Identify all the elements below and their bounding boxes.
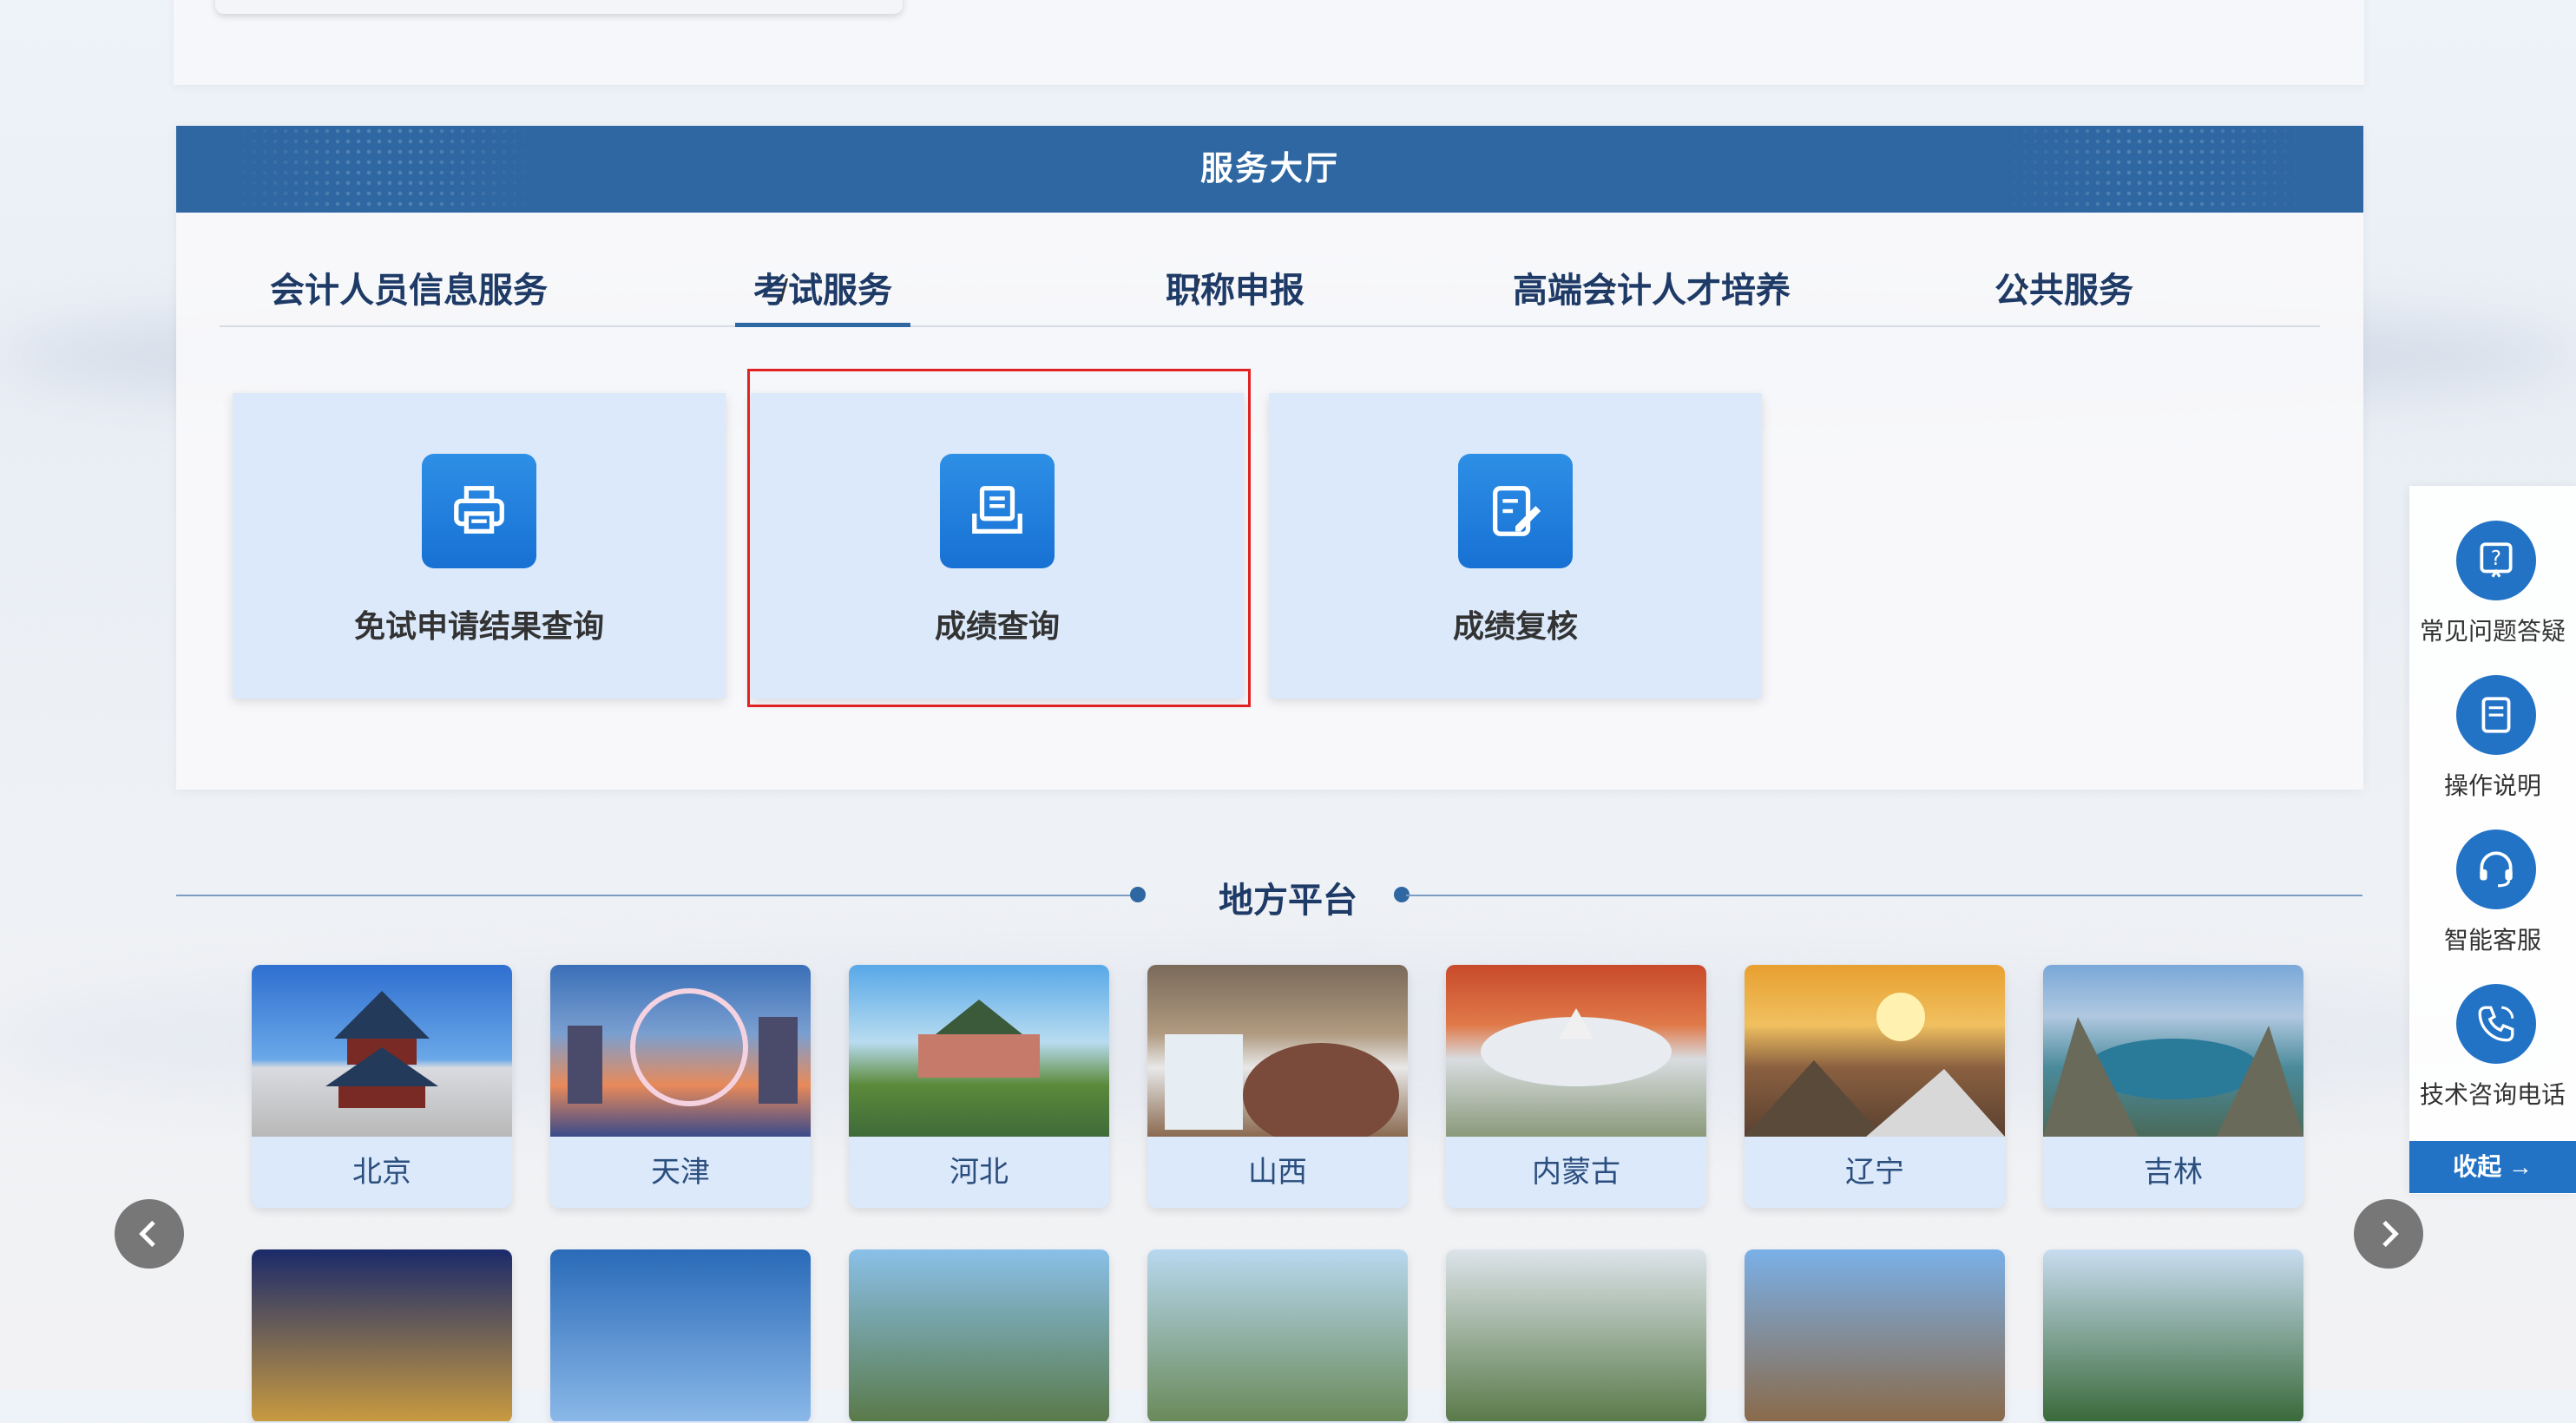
- carousel-next-button[interactable]: [2354, 1199, 2423, 1269]
- headset-icon: [2456, 830, 2536, 909]
- city-image: [252, 1249, 512, 1421]
- city-card[interactable]: [849, 1249, 1109, 1423]
- city-image: [1147, 1249, 1408, 1421]
- service-hall-header: 服务大厅: [176, 126, 2363, 213]
- tab-accountant-info[interactable]: 会计人员信息服务: [270, 256, 548, 325]
- service-card-score-review[interactable]: 成绩复核: [1269, 393, 1762, 698]
- tab-exam-service[interactable]: 考试服务: [735, 256, 910, 327]
- top-card-inner: [215, 0, 903, 14]
- city-image: [1745, 965, 2005, 1137]
- city-image: [849, 965, 1109, 1137]
- question-icon: ?: [2456, 521, 2536, 600]
- city-image: [1446, 1249, 1706, 1421]
- sidebar-item-smart-service[interactable]: 智能客服: [2409, 795, 2576, 954]
- city-name: 辽宁: [1845, 1156, 1904, 1189]
- service-card-label: 成绩复核: [1452, 608, 1578, 644]
- city-image: [2043, 965, 2303, 1137]
- edit-document-icon: [1458, 454, 1573, 568]
- tab-senior-talent[interactable]: 高端会计人才培养: [1513, 256, 1791, 325]
- city-image: [1147, 965, 1408, 1147]
- city-card[interactable]: [1745, 1249, 2005, 1423]
- city-image: [1446, 965, 1706, 1137]
- chevron-left-icon: [139, 1220, 155, 1248]
- service-card-label: 免试申请结果查询: [353, 608, 604, 644]
- document-list-icon: [940, 454, 1055, 568]
- city-name: 北京: [352, 1156, 411, 1189]
- city-name: 河北: [950, 1156, 1009, 1189]
- sidebar-item-manual[interactable]: 操作说明: [2409, 640, 2576, 799]
- city-image: [849, 1249, 1109, 1421]
- carousel-prev-button[interactable]: [115, 1199, 184, 1269]
- city-image: [550, 1249, 811, 1421]
- floating-sidebar: ? 常见问题答疑 操作说明 智能客服 技术咨询电话 收起 →: [2409, 486, 2576, 1194]
- city-image: [550, 965, 811, 1137]
- city-card[interactable]: [252, 1249, 512, 1423]
- chevron-right-icon: [2382, 1220, 2399, 1248]
- city-card-hebei[interactable]: 河北: [849, 965, 1109, 1208]
- svg-text:?: ?: [2491, 548, 2501, 570]
- divider-line: [1406, 895, 2362, 896]
- manual-icon: [2456, 675, 2536, 755]
- city-card-liaoning[interactable]: 辽宁: [1745, 965, 2005, 1208]
- city-name: 山西: [1248, 1156, 1307, 1189]
- service-card-exemption-result[interactable]: 免试申请结果查询: [233, 393, 726, 698]
- city-card-shanxi[interactable]: 山西: [1147, 965, 1408, 1208]
- city-image: [1745, 1249, 2005, 1421]
- sidebar-item-faq[interactable]: ? 常见问题答疑: [2409, 486, 2576, 645]
- city-name: 天津: [651, 1156, 710, 1189]
- city-card-beijing[interactable]: 北京: [252, 965, 512, 1208]
- city-card[interactable]: [1147, 1249, 1408, 1423]
- sidebar-item-tech-phone[interactable]: 技术咨询电话: [2409, 949, 2576, 1108]
- service-tabs: 会计人员信息服务 / 考试服务 / 职称申报 / 高端会计人才培养 / 公共服务: [220, 256, 2320, 327]
- tab-public-service[interactable]: 公共服务: [1990, 256, 2138, 325]
- city-card[interactable]: [550, 1249, 811, 1423]
- service-hall-title: 服务大厅: [1199, 151, 1339, 187]
- city-card[interactable]: [2043, 1249, 2303, 1423]
- city-image: [2043, 1249, 2303, 1421]
- collapse-button[interactable]: 收起 →: [2409, 1141, 2576, 1193]
- sidebar-item-label: 技术咨询电话: [2419, 1081, 2566, 1108]
- city-image: [252, 965, 512, 1137]
- city-card-inner-mongolia[interactable]: 内蒙古: [1446, 965, 1706, 1208]
- service-hall: 服务大厅 会计人员信息服务 / 考试服务 / 职称申报 / 高端会计人才培养 /…: [176, 126, 2363, 790]
- city-card-jilin[interactable]: 吉林: [2043, 965, 2303, 1208]
- printer-icon: [422, 454, 536, 568]
- phone-icon: [2456, 984, 2536, 1064]
- city-card[interactable]: [1446, 1249, 1706, 1423]
- city-card-tianjin[interactable]: 天津: [550, 965, 811, 1208]
- tab-title-application[interactable]: 职称申报: [1161, 256, 1309, 325]
- city-name: 内蒙古: [1532, 1156, 1620, 1189]
- city-name: 吉林: [2144, 1156, 2203, 1189]
- service-card-label: 成绩查询: [934, 608, 1060, 644]
- service-card-score-query[interactable]: 成绩查询: [751, 393, 1244, 698]
- top-card: [174, 0, 2364, 85]
- local-platform-title: 地方平台: [1219, 882, 1357, 920]
